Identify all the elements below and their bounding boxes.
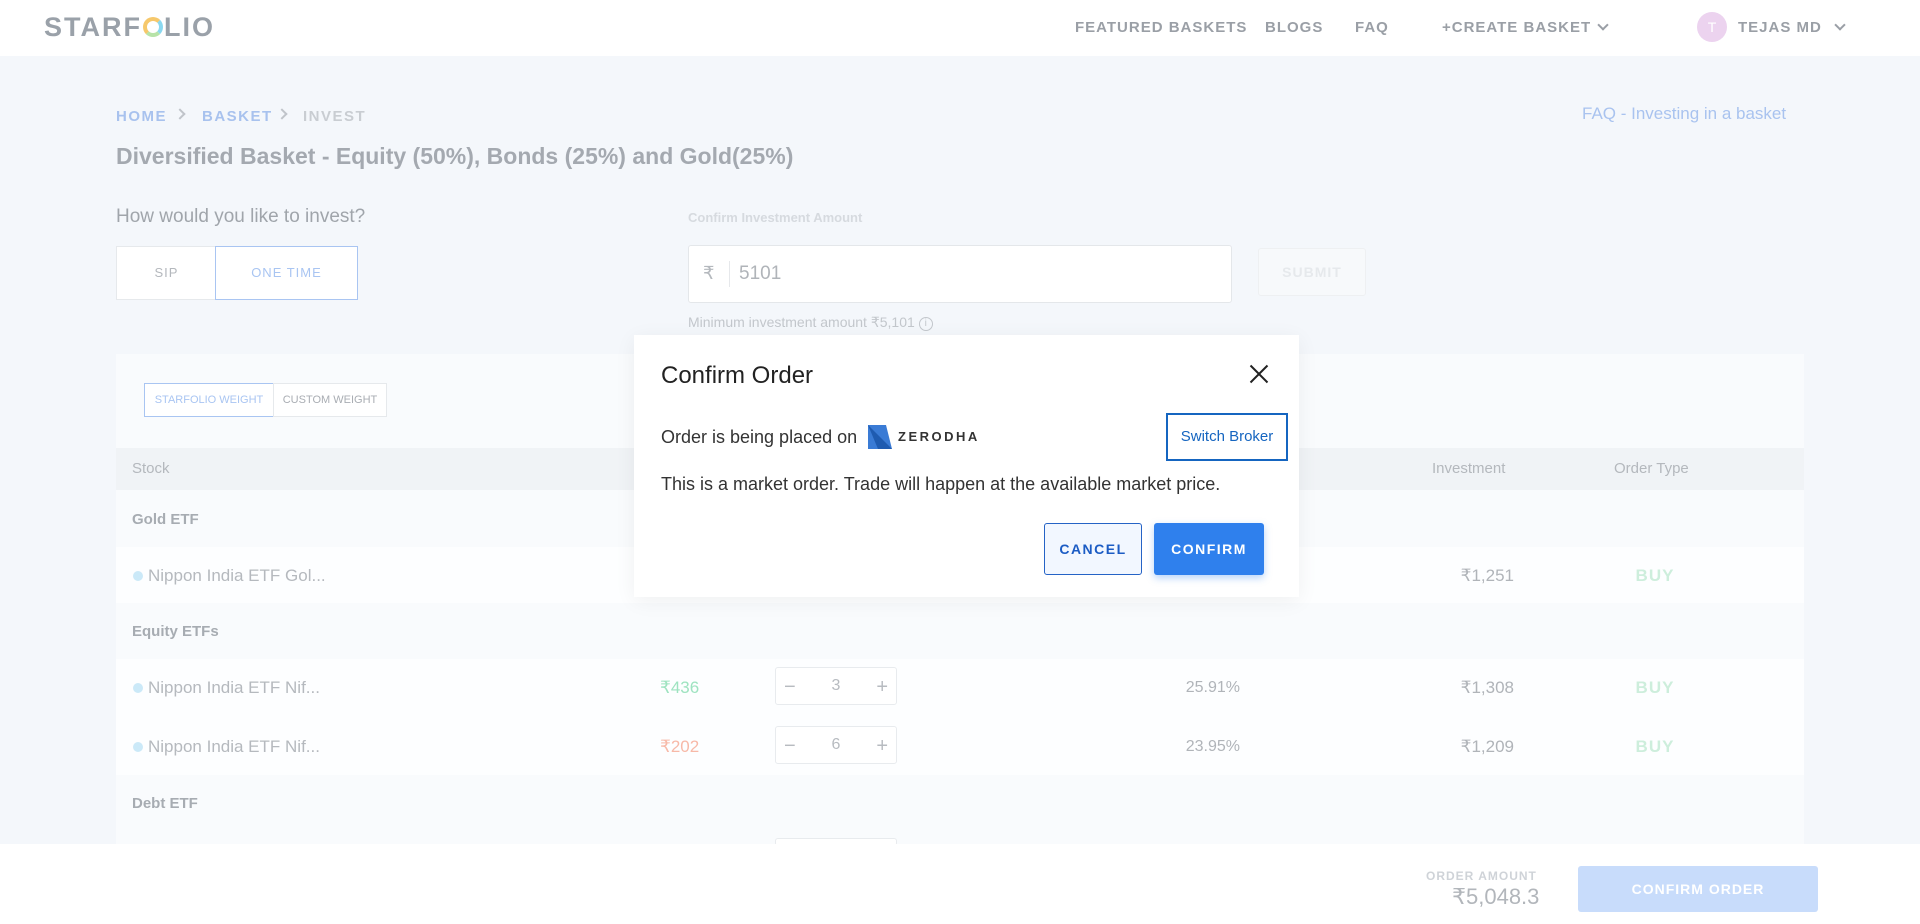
stock-name[interactable]: Nippon India ETF Nif... <box>148 737 320 757</box>
modal-title: Confirm Order <box>661 362 814 389</box>
chevron-down-icon <box>1834 19 1846 31</box>
header-order-type: Order Type <box>1614 460 1689 477</box>
switch-broker-button[interactable]: Switch Broker <box>1166 413 1288 461</box>
sip-option[interactable]: SIP <box>116 246 216 300</box>
page-title: Diversified Basket - Equity (50%), Bonds… <box>116 143 794 169</box>
min-amount-label: Minimum investment amount <box>688 314 867 330</box>
custom-weight-button[interactable]: CUSTOM WEIGHT <box>273 383 387 417</box>
group-debt-etf: Debt ETF <box>132 795 198 812</box>
breadcrumb-home[interactable]: HOME <box>116 108 167 125</box>
divider <box>729 261 730 287</box>
header-stock: Stock <box>132 460 170 477</box>
avatar[interactable]: T <box>1697 12 1727 42</box>
chevron-down-icon <box>1597 19 1609 31</box>
rupee-icon: ₹ <box>703 263 715 283</box>
status-dot <box>133 742 143 752</box>
weight-percent: 23.95% <box>1185 738 1240 755</box>
investment-amount: ₹1,308 <box>1460 678 1514 697</box>
placed-on-text: Order is being placed on <box>661 427 858 447</box>
user-name: TEJAS MD <box>1738 19 1822 36</box>
minimum-investment: Minimum investment amount ₹5,101 i <box>688 314 933 331</box>
stock-price: ₹202 <box>660 737 700 756</box>
order-type-buy: BUY <box>1635 678 1675 697</box>
faq-investing-link[interactable]: FAQ - Investing in a basket <box>1582 104 1786 124</box>
nav-blogs[interactable]: BLOGS <box>1265 19 1323 36</box>
header-investment: Investment <box>1432 460 1506 477</box>
submit-button[interactable]: SUBMIT <box>1258 248 1366 296</box>
investment-amount: ₹1,209 <box>1460 737 1514 756</box>
min-amount-value: ₹5,101 <box>870 314 915 330</box>
chevron-right-icon <box>174 108 186 120</box>
starfolio-logo[interactable]: STARF LIO <box>44 12 215 43</box>
breadcrumb-invest: INVEST <box>303 108 367 125</box>
close-icon[interactable] <box>1246 361 1272 387</box>
status-dot <box>133 571 143 581</box>
weight-percent: 25.91% <box>1185 679 1240 696</box>
quantity-stepper[interactable]: − 6 + <box>775 726 897 764</box>
investment-amount-value[interactable]: 5101 <box>739 263 781 285</box>
create-basket-label: +CREATE BASKET <box>1442 19 1592 36</box>
user-menu[interactable]: TEJAS MD <box>1738 19 1846 36</box>
confirm-button[interactable]: CONFIRM <box>1154 523 1264 575</box>
stock-price: ₹436 <box>660 678 700 697</box>
order-amount-label: ORDER AMOUNT <box>1426 869 1537 883</box>
top-header: STARF LIO FEATURED BASKETS BLOGS FAQ +CRE… <box>0 0 1920 56</box>
confirm-order-button[interactable]: CONFIRM ORDER <box>1578 866 1818 912</box>
stock-name[interactable]: Nippon India ETF Gol... <box>148 566 326 586</box>
quantity-stepper[interactable]: − 3 + <box>775 667 897 705</box>
order-amount-value: ₹5,048.3 <box>1452 884 1540 909</box>
investment-amount-field[interactable]: ₹ 5101 <box>688 245 1232 303</box>
info-icon[interactable]: i <box>918 317 933 331</box>
group-gold-etf: Gold ETF <box>132 511 199 528</box>
chevron-right-icon <box>276 108 288 120</box>
zerodha-logo-icon <box>868 425 892 449</box>
order-type-buy: BUY <box>1635 566 1675 585</box>
starfolio-weight-button[interactable]: STARFOLIO WEIGHT <box>144 383 274 417</box>
broker-name: ZERODHA <box>898 429 980 444</box>
plus-icon[interactable]: + <box>876 735 888 758</box>
plus-icon[interactable]: + <box>876 676 888 699</box>
nav-create-basket[interactable]: +CREATE BASKET <box>1442 19 1609 36</box>
order-type-buy: BUY <box>1635 737 1675 756</box>
group-equity-etfs: Equity ETFs <box>132 623 219 640</box>
one-time-option[interactable]: ONE TIME <box>215 246 358 300</box>
amount-label: Confirm Investment Amount <box>688 210 863 225</box>
nav-faq[interactable]: FAQ <box>1355 19 1389 36</box>
confirm-order-modal: Confirm Order Order is being placed on Z… <box>634 335 1299 597</box>
nav-featured-baskets[interactable]: FEATURED BASKETS <box>1075 19 1247 36</box>
market-order-message: This is a market order. Trade will happe… <box>661 474 1221 494</box>
investment-amount: ₹1,251 <box>1460 566 1514 585</box>
status-dot <box>133 683 143 693</box>
breadcrumb-basket[interactable]: BASKET <box>202 108 273 125</box>
table-row-group <box>116 659 1804 775</box>
stock-name[interactable]: Nippon India ETF Nif... <box>148 678 320 698</box>
cancel-button[interactable]: CANCEL <box>1044 523 1142 575</box>
invest-question: How would you like to invest? <box>116 206 366 227</box>
